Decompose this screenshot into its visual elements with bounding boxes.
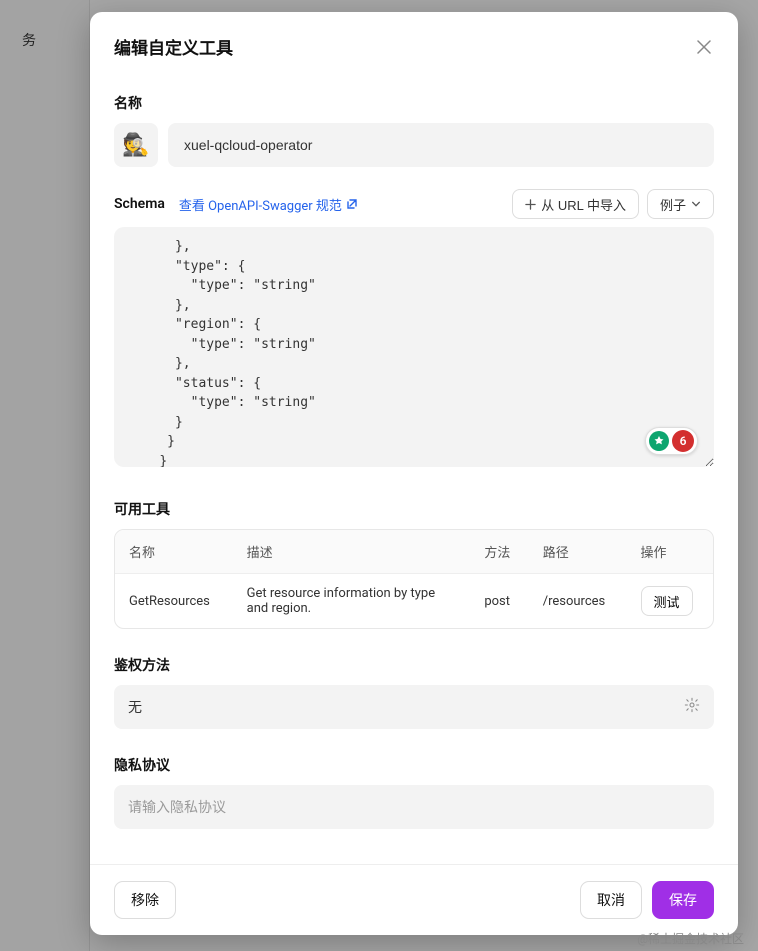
col-action: 操作 [627, 530, 713, 574]
cell-path: /resources [529, 574, 627, 628]
col-desc: 描述 [233, 530, 471, 574]
plus-icon [525, 199, 536, 210]
name-row: 🕵️ [114, 123, 714, 167]
modal-title: 编辑自定义工具 [114, 34, 233, 59]
grammar-badge[interactable]: 6 [645, 427, 698, 455]
schema-textarea[interactable] [114, 227, 714, 467]
schema-header: Schema 查看 OpenAPI-Swagger 规范 从 URL 中导入 例… [114, 189, 714, 219]
schema-label: Schema [114, 196, 165, 212]
detective-icon: 🕵️ [122, 133, 149, 158]
privacy-label: 隐私协议 [114, 755, 714, 775]
close-button[interactable] [694, 37, 714, 57]
external-link-icon [346, 198, 358, 210]
tool-name-input[interactable] [168, 123, 714, 167]
col-method: 方法 [470, 530, 528, 574]
tools-label: 可用工具 [114, 499, 714, 519]
swagger-link-text: 查看 OpenAPI-Swagger 规范 [179, 195, 342, 214]
cell-name: GetResources [115, 574, 233, 628]
chevron-down-icon [691, 199, 701, 209]
tool-icon-picker[interactable]: 🕵️ [114, 123, 158, 167]
modal-body: 名称 🕵️ Schema 查看 OpenAPI-Swagger 规范 从 URL… [90, 73, 738, 864]
table-row: GetResources Get resource information by… [115, 574, 713, 628]
privacy-input[interactable] [114, 785, 714, 829]
cancel-button[interactable]: 取消 [580, 881, 642, 919]
auth-value: 无 [128, 697, 142, 717]
edit-tool-modal: 编辑自定义工具 名称 🕵️ Schema 查看 OpenAPI-Swagger … [90, 12, 738, 935]
import-from-url-button[interactable]: 从 URL 中导入 [512, 189, 639, 219]
schema-wrap: 6 [114, 227, 714, 471]
cell-desc: Get resource information by type and reg… [233, 574, 471, 628]
close-icon [697, 40, 711, 54]
modal-header: 编辑自定义工具 [90, 12, 738, 73]
tools-table: 名称 描述 方法 路径 操作 GetResources Get resource… [114, 529, 714, 629]
auth-label: 鉴权方法 [114, 655, 714, 675]
table-header-row: 名称 描述 方法 路径 操作 [115, 530, 713, 574]
schema-header-right: 从 URL 中导入 例子 [512, 189, 714, 219]
col-name: 名称 [115, 530, 233, 574]
import-url-label: 从 URL 中导入 [541, 195, 626, 214]
grammar-check-icon [649, 431, 669, 451]
test-button[interactable]: 测试 [641, 586, 693, 616]
watermark: @稀土掘金技术社区 [637, 930, 744, 947]
modal-footer: 移除 取消 保存 [90, 864, 738, 935]
swagger-spec-link[interactable]: 查看 OpenAPI-Swagger 规范 [179, 195, 358, 214]
name-label: 名称 [114, 93, 714, 113]
save-button[interactable]: 保存 [652, 881, 714, 919]
remove-button[interactable]: 移除 [114, 881, 176, 919]
gear-icon[interactable] [684, 697, 700, 717]
schema-header-left: Schema 查看 OpenAPI-Swagger 规范 [114, 195, 358, 214]
cell-action: 测试 [627, 574, 713, 628]
example-button[interactable]: 例子 [647, 189, 714, 219]
auth-selector[interactable]: 无 [114, 685, 714, 729]
cell-method: post [470, 574, 528, 628]
grammar-error-count: 6 [672, 430, 694, 452]
col-path: 路径 [529, 530, 627, 574]
example-label: 例子 [660, 195, 686, 214]
footer-right: 取消 保存 [580, 881, 714, 919]
